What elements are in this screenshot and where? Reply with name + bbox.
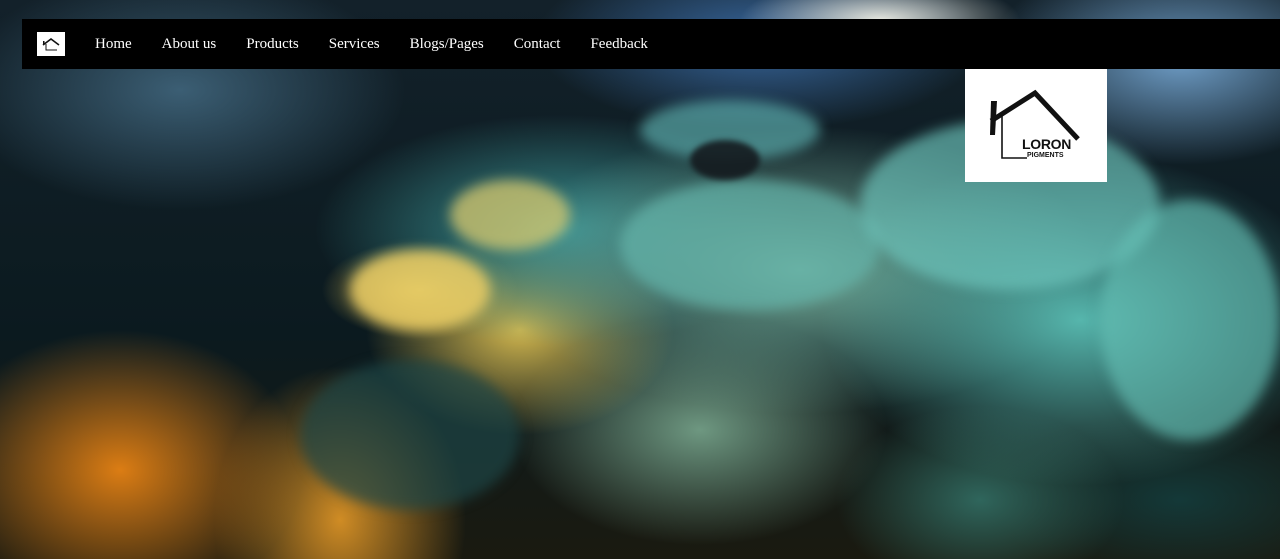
ink-cloud	[1100, 200, 1280, 440]
nav-link-services[interactable]: Services	[329, 36, 380, 53]
ink-cloud	[300, 360, 520, 510]
top-navbar: Home About us Products Services Blogs/Pa…	[22, 19, 1280, 69]
nav-link-products[interactable]: Products	[246, 36, 299, 53]
nav-link-about-us[interactable]: About us	[162, 36, 217, 53]
brand-logo-card: LORON PIGMENTS	[965, 69, 1107, 182]
nav-link-contact[interactable]: Contact	[514, 36, 561, 53]
house-logo-icon[interactable]	[37, 32, 65, 56]
brand-name: LORON	[1022, 136, 1072, 152]
ink-cloud	[450, 180, 570, 250]
nav-link-blogs-pages[interactable]: Blogs/Pages	[410, 36, 484, 53]
house-roof-icon	[989, 89, 1080, 159]
ink-cloud	[350, 250, 490, 330]
nav-link-feedback[interactable]: Feedback	[590, 36, 647, 53]
nav-link-home[interactable]: Home	[95, 36, 132, 53]
brand-tagline: PIGMENTS	[1027, 152, 1064, 159]
nav-links: Home About us Products Services Blogs/Pa…	[95, 36, 678, 53]
ink-cloud	[690, 140, 760, 180]
ink-cloud	[620, 180, 880, 310]
